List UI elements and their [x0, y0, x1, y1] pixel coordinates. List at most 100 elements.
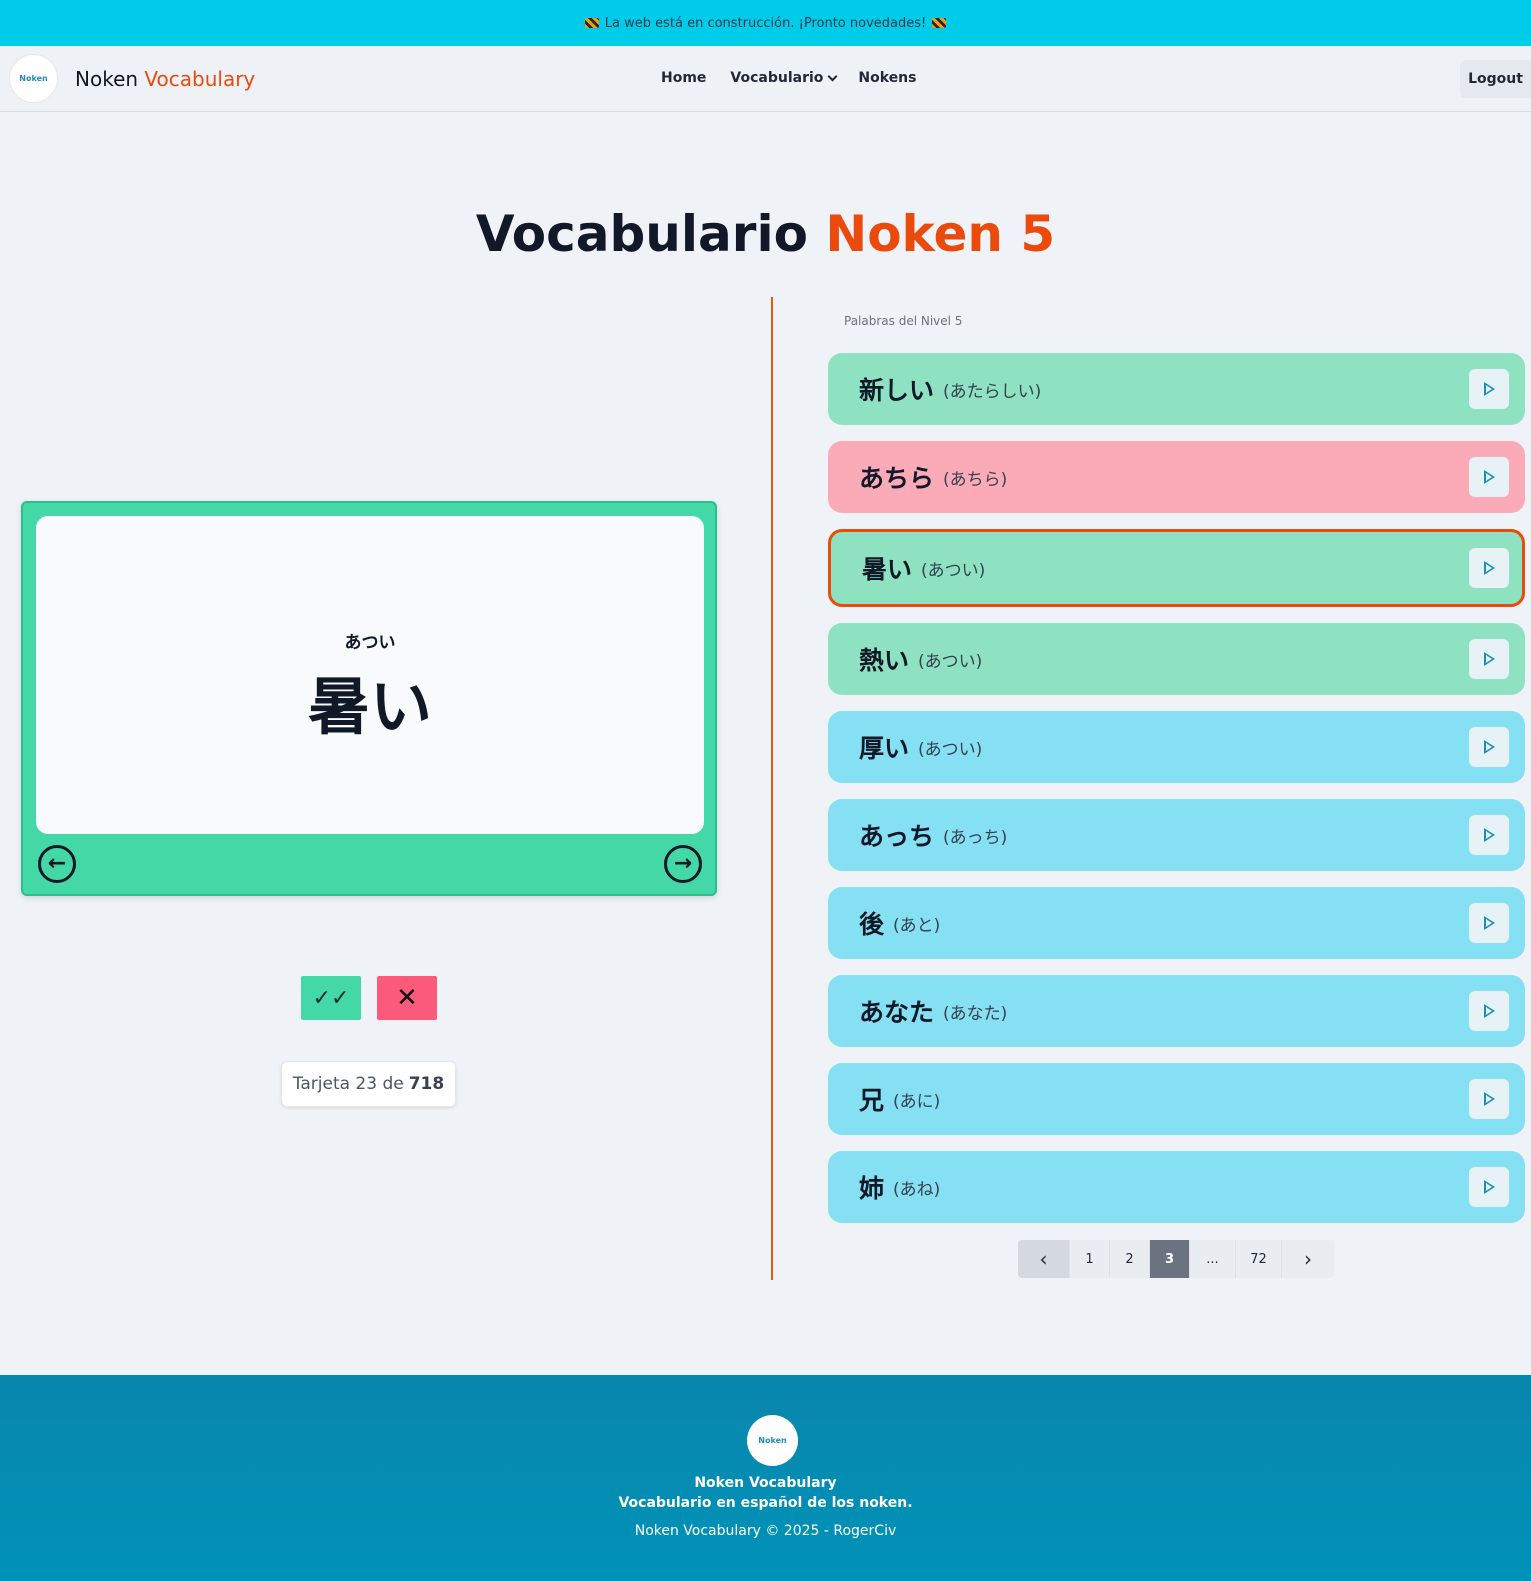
word-list-item[interactable]: あちら (あちら) [828, 441, 1525, 513]
word-kanji: あっち [859, 822, 935, 851]
word-list-label: Palabras del Nivel 5 [844, 314, 963, 328]
word-list-item[interactable]: 新しい (あたらしい) [828, 353, 1525, 425]
play-audio-button[interactable] [1469, 727, 1509, 767]
page-title-accent: Noken 5 [825, 205, 1056, 263]
word-kanji: あなた [859, 998, 935, 1027]
play-audio-button[interactable] [1469, 991, 1509, 1031]
play-audio-button[interactable] [1469, 369, 1509, 409]
word-reading: (あつい) [921, 560, 986, 581]
nav-links: Home Vocabulario Nokens [661, 70, 917, 86]
logout-button[interactable]: Logout [1460, 60, 1531, 98]
pagination-prev-button[interactable]: ‹ [1018, 1240, 1070, 1278]
mark-known-button[interactable]: ✓✓ [301, 976, 361, 1020]
banner-text: La web está en construcción. ¡Pronto nov… [604, 15, 927, 31]
word-kanji: あちら [859, 464, 935, 493]
word-kanji: 姉 [859, 1174, 885, 1203]
logo[interactable]: Noken [9, 54, 58, 103]
nav-nokens-link[interactable]: Nokens [858, 70, 916, 86]
word-list-item[interactable]: あなた (あなた) [828, 975, 1525, 1047]
arrow-left-icon: ← [47, 851, 67, 876]
arrow-right-icon: → [673, 851, 693, 876]
nav-vocabulario-label: Vocabulario [730, 70, 824, 86]
word-list-item[interactable]: 暑い (あつい) [828, 529, 1525, 607]
brand-accent: Vocabulary [144, 67, 256, 91]
previous-card-button[interactable]: ← [38, 845, 76, 883]
pagination-ellipsis: ... [1190, 1240, 1236, 1278]
word-reading: (あちら) [943, 469, 1008, 490]
play-audio-button[interactable] [1469, 815, 1509, 855]
card-counter: Tarjeta 23 de 718 [281, 1061, 456, 1107]
play-icon [1483, 470, 1495, 484]
play-icon [1483, 1180, 1495, 1194]
word-list-item[interactable]: 後 (あと) [828, 887, 1525, 959]
word-kanji: 厚い [859, 734, 910, 763]
flashcard-face[interactable]: あつい 暑い [36, 516, 704, 834]
chevron-down-icon [827, 71, 838, 81]
word-list-item[interactable]: 兄 (あに) [828, 1063, 1525, 1135]
play-icon [1483, 382, 1495, 396]
navbar: Noken Noken Vocabulary Home Vocabulario … [0, 46, 1531, 112]
flashcard-reading: あつい [344, 633, 396, 653]
play-audio-button[interactable] [1469, 903, 1509, 943]
word-reading: (あつい) [918, 651, 983, 672]
word-kanji: 兄 [859, 1086, 885, 1115]
play-audio-button[interactable] [1469, 457, 1509, 497]
nav-home-link[interactable]: Home [661, 70, 706, 86]
column-divider [771, 297, 773, 1280]
pagination-page-2[interactable]: 2 [1110, 1240, 1150, 1278]
flashcard-word: 暑い [307, 670, 432, 743]
word-kanji: 後 [859, 910, 885, 939]
play-icon [1483, 652, 1495, 666]
word-list-item[interactable]: あっち (あっち) [828, 799, 1525, 871]
play-icon [1483, 1092, 1495, 1106]
nav-vocabulario-dropdown[interactable]: Vocabulario [730, 70, 838, 86]
construction-icon [584, 18, 599, 28]
word-list-item[interactable]: 厚い (あつい) [828, 711, 1525, 783]
page-title-main: Vocabulario [475, 205, 808, 263]
construction-icon [932, 18, 947, 28]
play-audio-button[interactable] [1469, 1079, 1509, 1119]
play-icon [1483, 916, 1495, 930]
footer-tagline: Vocabulario en español de los noken. [618, 1495, 913, 1511]
page-title: Vocabulario Noken 5 [0, 205, 1531, 263]
word-reading: (あなた) [943, 1003, 1008, 1024]
play-icon [1483, 1004, 1495, 1018]
pagination-page-3-current[interactable]: 3 [1150, 1240, 1190, 1278]
counter-total: 718 [408, 1074, 445, 1094]
word-list: 新しい (あたらしい) あちら (あちら) 暑い (あつい) 熱い (あつい) 厚い (あつい) あ… [828, 353, 1525, 1239]
double-check-icon: ✓✓ [312, 985, 350, 1011]
pagination-page-72[interactable]: 72 [1236, 1240, 1282, 1278]
chevron-right-icon: › [1304, 1247, 1312, 1271]
mark-unknown-button[interactable]: ✕ [377, 976, 437, 1020]
close-icon: ✕ [396, 983, 418, 1013]
footer-name: Noken Vocabulary [694, 1475, 837, 1491]
brand-main: Noken [75, 67, 139, 91]
word-reading: (あたらしい) [943, 381, 1042, 402]
brand[interactable]: Noken Vocabulary [75, 67, 255, 91]
play-icon [1483, 828, 1495, 842]
counter-prefix: Tarjeta 23 de [292, 1074, 404, 1094]
play-audio-button[interactable] [1469, 548, 1509, 588]
word-reading: (あつい) [918, 739, 983, 760]
chevron-left-icon: ‹ [1039, 1247, 1048, 1271]
word-kanji: 新しい [859, 376, 935, 405]
play-icon [1483, 740, 1495, 754]
word-kanji: 熱い [859, 646, 910, 675]
flashcard: あつい 暑い ← → [21, 501, 717, 896]
word-list-item[interactable]: 姉 (あね) [828, 1151, 1525, 1223]
word-reading: (あと) [893, 915, 941, 936]
footer: Noken Noken Vocabulary Vocabulario en es… [0, 1375, 1531, 1581]
word-reading: (あね) [893, 1179, 941, 1200]
play-audio-button[interactable] [1469, 1167, 1509, 1207]
play-icon [1483, 561, 1495, 575]
next-card-button[interactable]: → [664, 845, 702, 883]
word-reading: (あっち) [943, 827, 1008, 848]
footer-copyright: Noken Vocabulary © 2025 - RogerCiv [634, 1523, 897, 1539]
pagination-next-button[interactable]: › [1282, 1240, 1334, 1278]
word-kanji: 暑い [862, 555, 913, 584]
pagination: ‹ 1 2 3 ... 72 › [1018, 1240, 1334, 1278]
footer-logo: Noken [747, 1415, 798, 1466]
word-list-item[interactable]: 熱い (あつい) [828, 623, 1525, 695]
play-audio-button[interactable] [1469, 639, 1509, 679]
pagination-page-1[interactable]: 1 [1070, 1240, 1110, 1278]
